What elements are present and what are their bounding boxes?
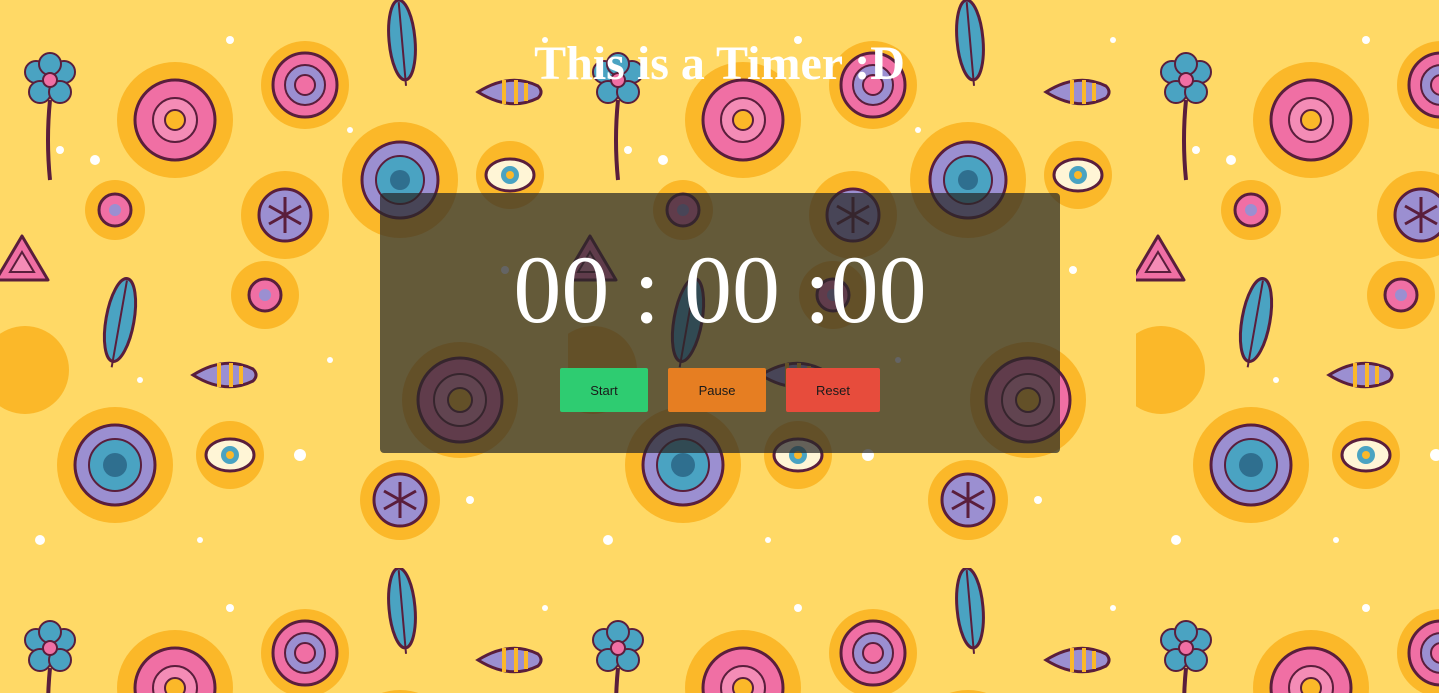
timer-seconds: 00 xyxy=(830,236,927,343)
timer-panel: 00 : 00 :00 Start Pause Reset xyxy=(380,193,1060,453)
reset-button[interactable]: Reset xyxy=(786,368,880,412)
pause-button[interactable]: Pause xyxy=(668,368,766,412)
timer-hours: 00 xyxy=(513,236,610,343)
timer-separator-1: : xyxy=(633,236,660,343)
start-button[interactable]: Start xyxy=(560,368,648,412)
page-title: This is a Timer :D xyxy=(534,37,905,90)
timer-separator-2: : xyxy=(804,236,831,343)
timer-display: 00 : 00 :00 xyxy=(380,235,1060,345)
timer-minutes: 00 xyxy=(684,236,780,343)
